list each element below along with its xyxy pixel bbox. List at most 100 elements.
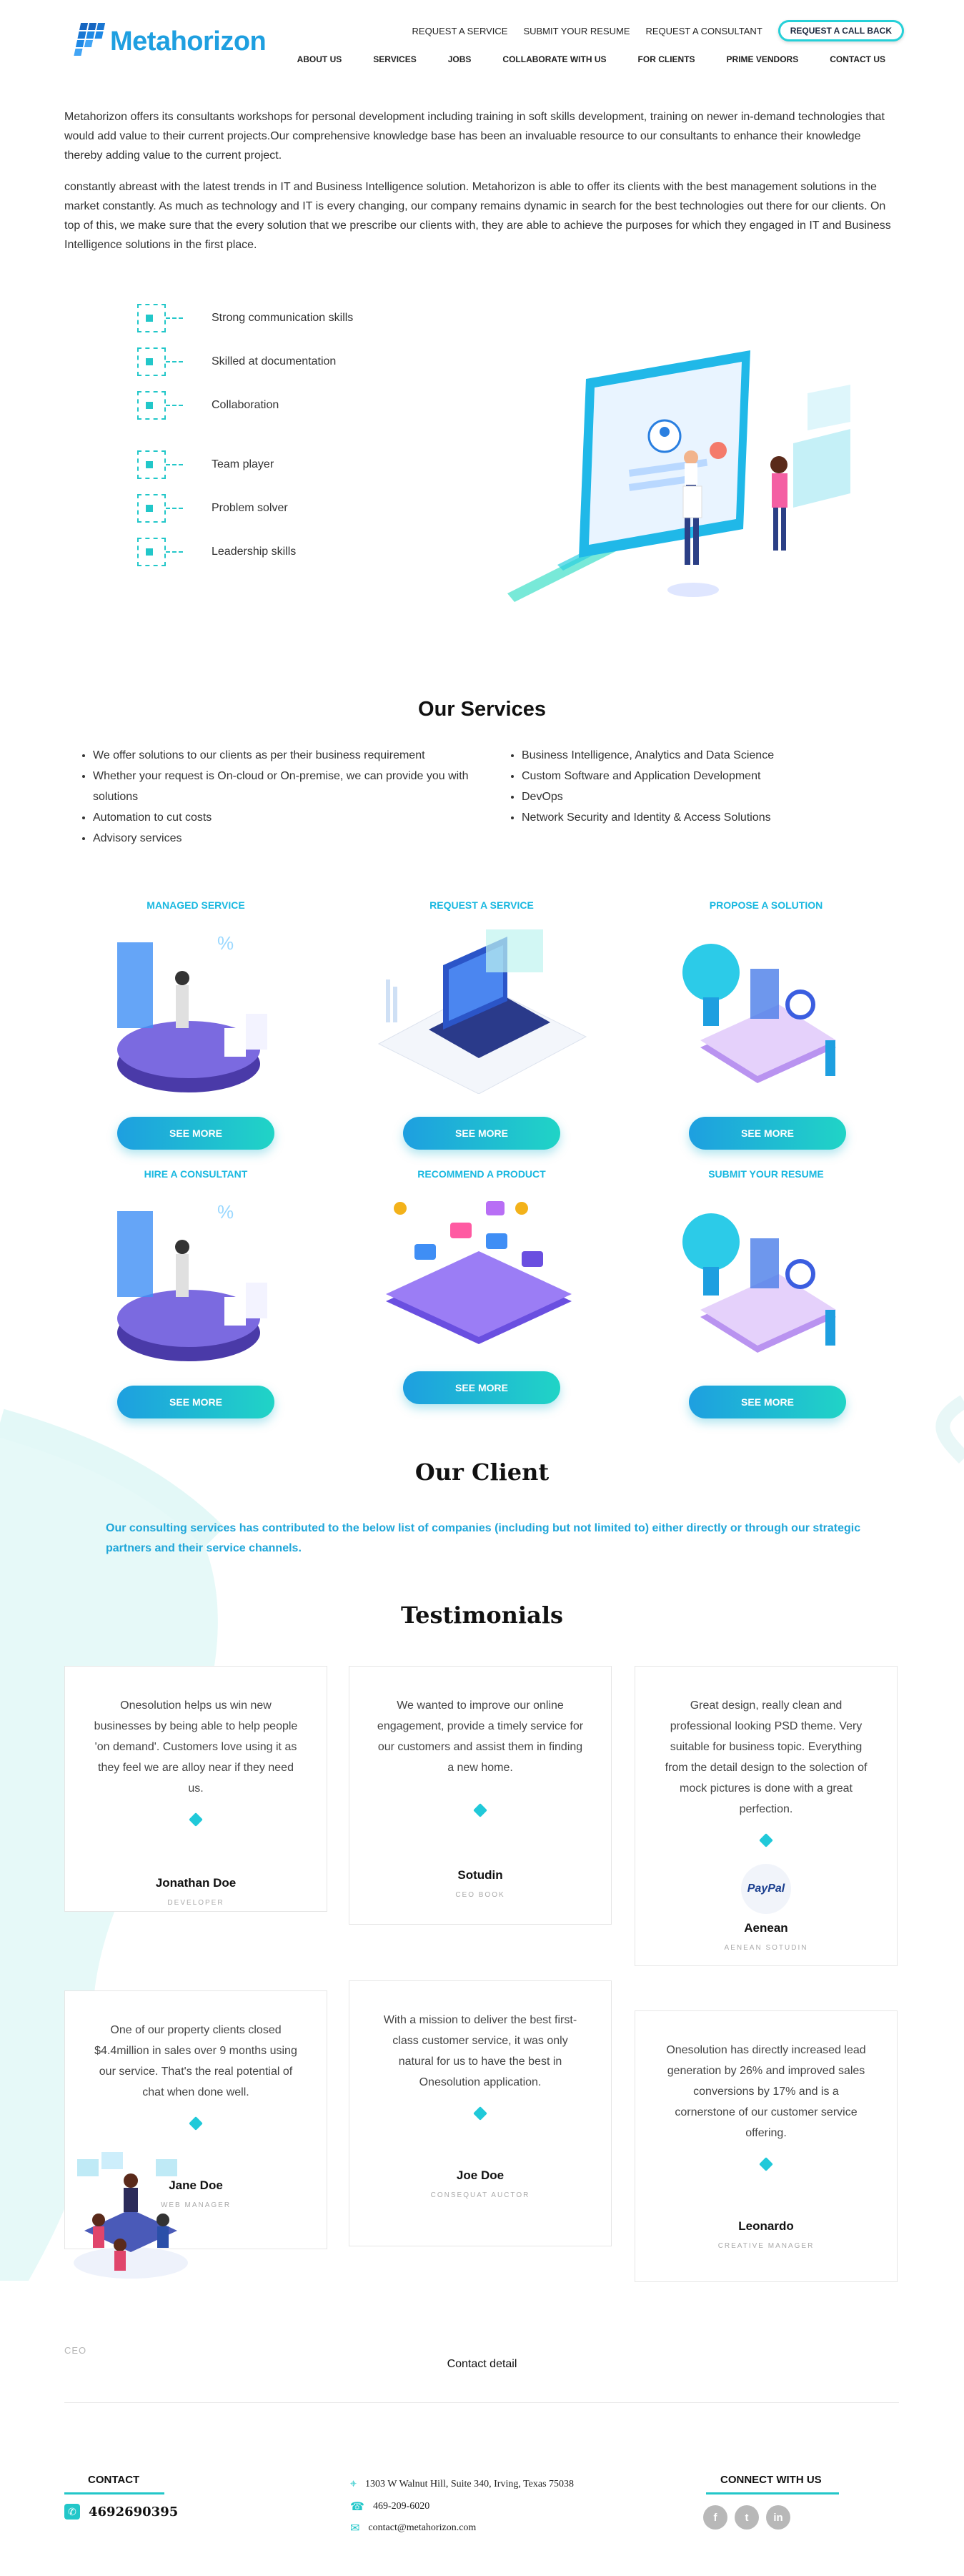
see-more-button[interactable]: SEE MORE	[117, 1117, 274, 1150]
linkedin-icon[interactable]: in	[766, 2505, 790, 2530]
testimonial-quote: We wanted to improve our online engageme…	[377, 1699, 584, 1774]
consultant-illustration: %	[117, 1201, 267, 1361]
top-bar: REQUEST A SERVICE SUBMIT YOUR RESUME REQ…	[412, 20, 904, 41]
testimonial-role: CEO BOOK	[455, 1891, 505, 1899]
testimonial-quote: With a mission to deliver the best first…	[383, 2014, 577, 2088]
quote-diamond-icon	[759, 2157, 773, 2171]
testimonial-role: AENEAN SOTUDIN	[724, 1944, 808, 1952]
facebook-icon[interactable]: f	[703, 2505, 727, 2530]
quote-diamond-icon	[473, 1803, 487, 1817]
nav-jobs[interactable]: JOBS	[448, 54, 472, 64]
list-item: Automation to cut costs	[93, 807, 479, 828]
testimonial-card: Onesolution has directly increased lead …	[635, 2010, 898, 2282]
testimonial-quote: Onesolution has directly increased lead …	[666, 2044, 866, 2139]
logo[interactable]: Metahorizon	[71, 20, 267, 63]
list-item: Custom Software and Application Developm…	[522, 766, 879, 786]
quote-diamond-icon	[759, 1833, 773, 1847]
logo-text: Metahorizon	[110, 26, 267, 56]
phone-icon: ✆	[64, 2504, 80, 2520]
testimonial-card: Great design, really clean and professio…	[635, 1666, 898, 1966]
nav-prime-vendors[interactable]: PRIME VENDORS	[727, 54, 799, 64]
testimonial-card: With a mission to deliver the best first…	[349, 1980, 612, 2246]
skill-icon	[137, 304, 166, 332]
services-list-left: We offer solutions to our clients as per…	[79, 745, 479, 849]
skill-icon	[137, 347, 166, 376]
twitter-icon[interactable]: t	[735, 2505, 759, 2530]
card-title-hire-consultant: HIRE A CONSULTANT	[144, 1168, 248, 1180]
services-list-right: Business Intelligence, Analytics and Dat…	[507, 745, 879, 828]
footer-address: ⌖ 1303 W Walnut Hill, Suite 340, Irving,…	[350, 2478, 575, 2490]
nav-for-clients[interactable]: FOR CLIENTS	[638, 54, 695, 64]
card-title-submit-resume: SUBMIT YOUR RESUME	[708, 1168, 824, 1180]
testimonial-quote: Onesolution helps us win new businesses …	[94, 1699, 298, 1795]
quote-diamond-icon	[473, 2106, 487, 2121]
footer-underline	[64, 2492, 164, 2494]
quote-diamond-icon	[189, 2116, 203, 2131]
svg-text:%: %	[217, 932, 234, 954]
footer-telephone[interactable]: ☎ 469-209-6020	[350, 2499, 429, 2514]
product-illustration	[386, 1201, 572, 1344]
services-title: Our Services	[418, 698, 546, 721]
nav-collaborate[interactable]: COLLABORATE WITH US	[502, 54, 606, 64]
list-item: We offer solutions to our clients as per…	[93, 745, 479, 766]
client-title: Our Client	[414, 1459, 550, 1486]
nav-services[interactable]: SERVICES	[373, 54, 416, 64]
card-title-propose-solution: PROPOSE A SOLUTION	[709, 899, 823, 911]
skill-icon	[137, 538, 166, 566]
link-request-service[interactable]: REQUEST A SERVICE	[412, 26, 508, 36]
see-more-button[interactable]: SEE MORE	[403, 1371, 560, 1404]
nav-contact-us[interactable]: CONTACT US	[830, 54, 885, 64]
main-nav: ABOUT US SERVICES JOBS COLLABORATE WITH …	[297, 54, 885, 64]
mail-icon: ✉	[350, 2522, 360, 2535]
team-tablet-illustration	[507, 350, 850, 602]
list-item: DevOps	[522, 786, 879, 807]
testimonials-title: Testimonials	[401, 1602, 563, 1629]
skill-item: Team player	[137, 450, 274, 479]
link-submit-resume[interactable]: SUBMIT YOUR RESUME	[523, 26, 630, 36]
lightbulb-illustration	[682, 944, 836, 1083]
client-description: Our consulting services has contributed …	[106, 1522, 861, 1554]
footer-phone[interactable]: ✆ 4692690395	[64, 2504, 178, 2520]
card-title-managed-service: MANAGED SERVICE	[146, 899, 245, 911]
list-item: Business Intelligence, Analytics and Dat…	[522, 745, 879, 766]
link-request-consultant[interactable]: REQUEST A CONSULTANT	[646, 26, 762, 36]
list-item: Whether your request is On-cloud or On-p…	[93, 766, 479, 807]
testimonial-name: Aenean	[744, 1921, 788, 1935]
intro-paragraph-1: Metahorizon offers its consultants works…	[64, 111, 885, 162]
phone-icon: ☎	[350, 2501, 364, 2513]
see-more-button[interactable]: SEE MORE	[117, 1386, 274, 1418]
divider	[64, 2402, 899, 2403]
location-pin-icon: ⌖	[350, 2478, 357, 2490]
card-title-recommend-product: RECOMMEND A PRODUCT	[417, 1168, 546, 1180]
managed-service-illustration: %	[117, 932, 267, 1092]
see-more-button[interactable]: SEE MORE	[403, 1117, 560, 1150]
list-item: Network Security and Identity & Access S…	[522, 807, 879, 828]
social-links: f t in	[703, 2505, 790, 2530]
skill-item: Problem solver	[137, 494, 288, 523]
list-item: Advisory services	[93, 828, 479, 849]
testimonial-quote: One of our property clients closed $4.4m…	[94, 2024, 297, 2098]
testimonial-name: Joe Doe	[456, 2168, 505, 2182]
skill-item: Leadership skills	[137, 538, 296, 566]
contact-detail-heading: Contact detail	[447, 2358, 517, 2370]
ceo-label: CEO	[64, 2345, 87, 2356]
see-more-button[interactable]: SEE MORE	[689, 1386, 846, 1418]
skill-icon	[137, 391, 166, 420]
footer-email[interactable]: ✉ contact@metahorizon.com	[350, 2521, 476, 2535]
skill-item: Strong communication skills	[137, 304, 353, 332]
nav-about-us[interactable]: ABOUT US	[297, 54, 342, 64]
meeting-illustration	[74, 2152, 188, 2279]
testimonial-name: Sotudin	[457, 1868, 503, 1882]
logo-grid-icon	[71, 20, 106, 63]
skill-icon	[137, 494, 166, 523]
skill-icon	[137, 450, 166, 479]
see-more-button[interactable]: SEE MORE	[689, 1117, 846, 1150]
intro-paragraph-2: constantly abreast with the latest trend…	[64, 181, 891, 251]
footer-connect-title: CONNECT WITH US	[720, 2474, 822, 2486]
quote-diamond-icon	[189, 1812, 203, 1827]
laptop-illustration	[377, 929, 587, 1094]
call-back-button[interactable]: REQUEST A CALL BACK	[777, 20, 904, 41]
resume-illustration	[682, 1213, 836, 1353]
testimonial-quote: Great design, really clean and professio…	[665, 1699, 868, 1815]
testimonial-role: CREATIVE MANAGER	[717, 2242, 815, 2250]
